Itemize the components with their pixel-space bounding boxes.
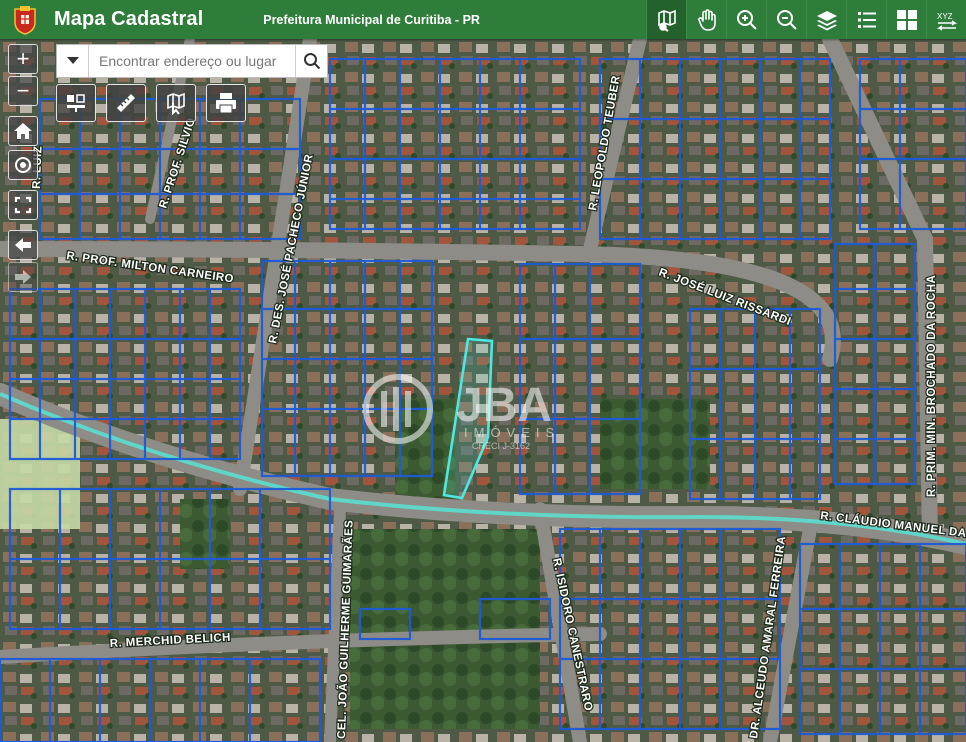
search-source-dropdown[interactable] — [57, 45, 89, 77]
arrow-right-icon — [15, 270, 31, 284]
search-button[interactable] — [295, 45, 327, 77]
search-icon — [303, 53, 320, 70]
zoom-out-icon — [776, 9, 797, 30]
street-label-brochado-da-rocha: R. PRIM. MIN. BROCHADO DA ROCHA — [926, 275, 938, 497]
layers-tool-button[interactable] — [806, 0, 846, 39]
curitiba-crest-icon — [14, 5, 36, 35]
map-pointer-icon — [657, 9, 676, 32]
map-pointer-icon — [167, 92, 185, 115]
arrow-left-icon — [15, 238, 31, 252]
ruler-icon — [117, 94, 135, 112]
list-icon — [857, 11, 876, 28]
print-tool-button[interactable] — [206, 84, 246, 122]
identify-tool-button[interactable] — [646, 0, 686, 39]
app-title: Mapa Cadastral — [54, 8, 204, 30]
locate-icon — [15, 157, 31, 173]
zoom-out-button[interactable]: − — [8, 76, 38, 106]
ruler-tool-button[interactable] — [106, 84, 146, 122]
fullscreen-icon — [14, 196, 32, 214]
layers-icon — [816, 10, 837, 30]
measure-area-tool-button[interactable] — [56, 84, 96, 122]
basemap-tool-button[interactable] — [886, 0, 926, 39]
xyz-label: XYZ — [937, 12, 953, 21]
zoom-in-glyph: + — [16, 46, 30, 71]
home-button[interactable] — [8, 116, 38, 146]
hand-icon — [697, 8, 716, 31]
next-extent-button[interactable] — [8, 262, 38, 292]
previous-extent-button[interactable] — [8, 230, 38, 260]
pan-tool-button[interactable] — [686, 0, 726, 39]
home-icon — [14, 123, 32, 139]
app-subtitle: Prefeitura Municipal de Curitiba - PR — [263, 12, 480, 27]
aerial-basemap: R. PROF. MILTON CARNEIRO R. DES. JOSÉ PA… — [0, 39, 966, 742]
locate-button[interactable] — [8, 150, 38, 180]
caret-down-icon — [66, 57, 79, 64]
search-input[interactable] — [89, 45, 295, 77]
zoom-in-icon — [736, 9, 757, 30]
map-select-tool-button[interactable] — [156, 84, 196, 122]
map-canvas[interactable]: R. PROF. MILTON CARNEIRO R. DES. JOSÉ PA… — [0, 39, 966, 742]
fullscreen-button[interactable] — [8, 190, 38, 220]
zoom-in-button[interactable]: + — [8, 44, 38, 74]
top-bar: Mapa Cadastral Prefeitura Municipal de C… — [0, 0, 966, 39]
zoom-out-tool-button[interactable] — [766, 0, 806, 39]
xyz-coordinates-icon: XYZ — [936, 12, 957, 31]
address-search — [56, 44, 328, 78]
printer-icon — [216, 93, 236, 114]
grid-icon — [896, 9, 917, 30]
zoom-out-glyph: − — [16, 78, 30, 103]
legend-tool-button[interactable] — [846, 0, 886, 39]
zoom-in-tool-button[interactable] — [726, 0, 766, 39]
area-tool-icon — [67, 94, 85, 112]
xyz-tool-button[interactable]: XYZ — [926, 0, 966, 39]
header-toolbar: XYZ — [646, 0, 966, 39]
